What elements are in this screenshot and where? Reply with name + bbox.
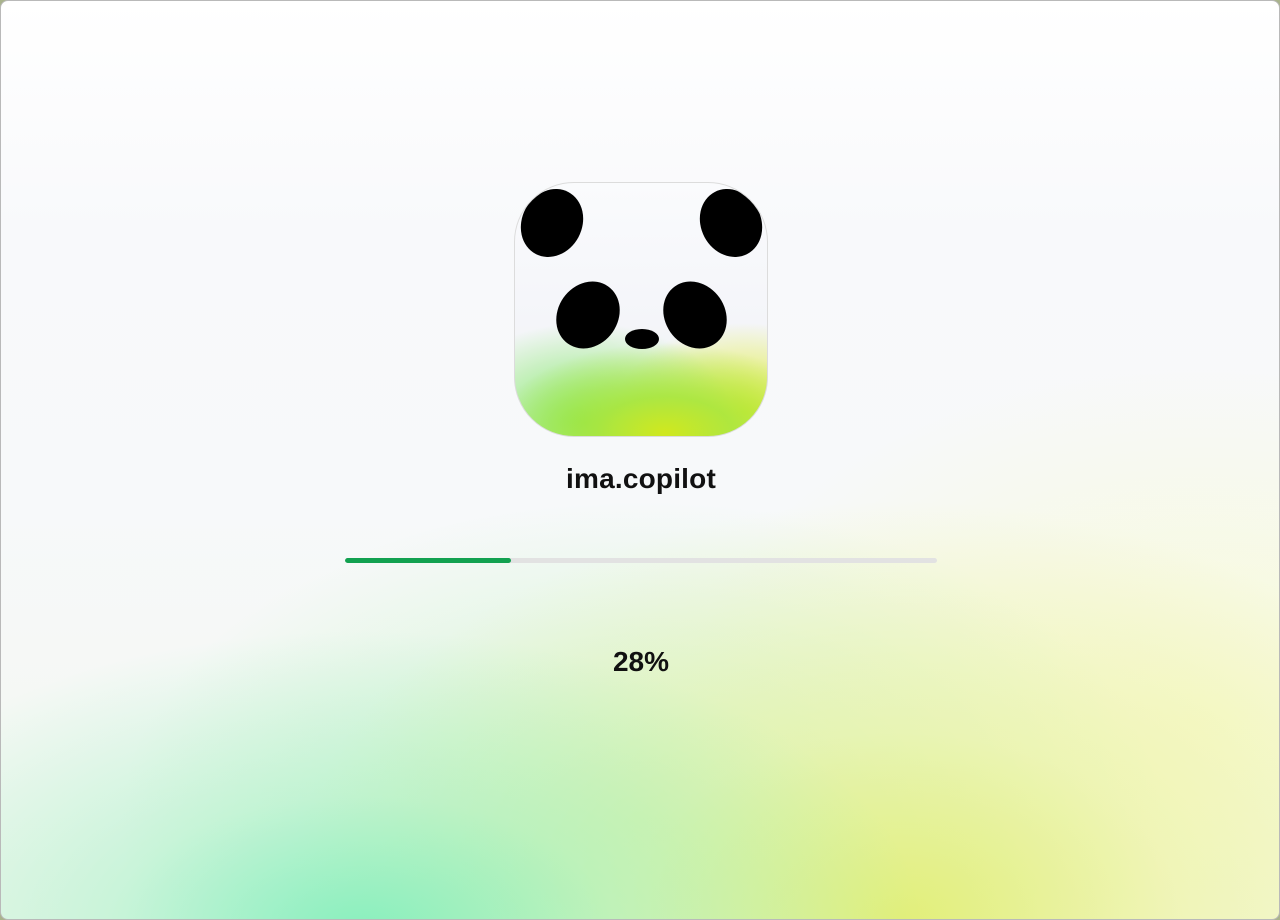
panda-left-ear [520,189,584,257]
panda-right-eye [663,281,727,349]
progress-percent: 28% [612,646,670,677]
panda-logo-icon [514,182,768,437]
panda-right-ear [699,189,763,257]
app-name: ima.copilot [566,463,716,494]
progress-bar-fill [345,558,511,563]
installer-window: ima.copilot 28% [0,0,1280,920]
panda-face [520,189,763,349]
progress-bar [345,558,937,563]
panda-nose [625,329,659,349]
panda-left-eye [556,281,620,349]
